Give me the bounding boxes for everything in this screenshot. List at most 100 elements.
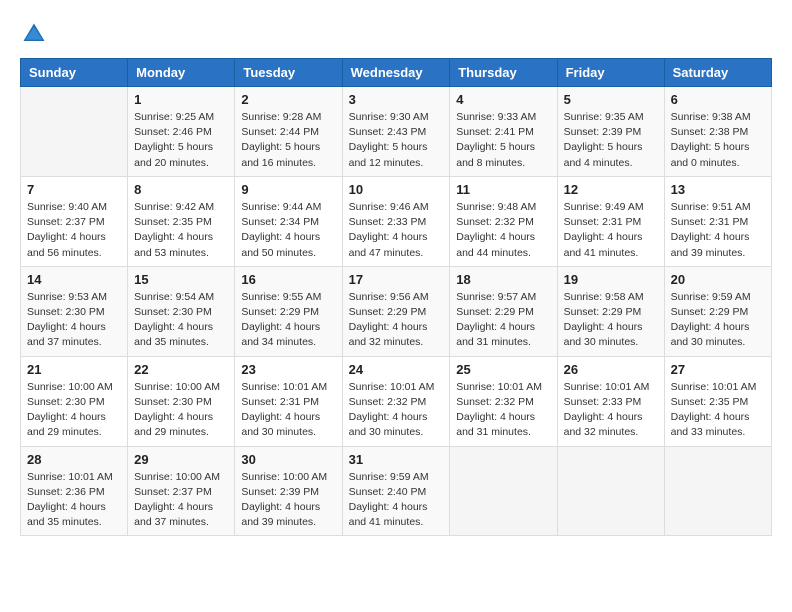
calendar-cell: 10Sunrise: 9:46 AM Sunset: 2:33 PM Dayli… (342, 176, 450, 266)
calendar-cell: 27 Sunrise: 10:01 AM Sunset: 2:35 PM Dayl… (664, 356, 771, 446)
day-number: 21 (27, 362, 121, 377)
calendar-cell (557, 446, 664, 536)
day-number: 1 (134, 92, 228, 107)
day-info: Sunrise: 9:54 AM Sunset: 2:30 PM Dayligh… (134, 290, 228, 351)
day-info: Sunrise: 10:01 AM Sunset: 2:33 PM Daylig… (564, 380, 658, 441)
day-number: 8 (134, 182, 228, 197)
day-info: Sunrise: 10:00 AM Sunset: 2:37 PM Daylig… (134, 470, 228, 531)
day-info: Sunrise: 9:35 AM Sunset: 2:39 PM Dayligh… (564, 110, 658, 171)
day-number: 14 (27, 272, 121, 287)
day-number: 24 (349, 362, 444, 377)
day-info: Sunrise: 9:56 AM Sunset: 2:29 PM Dayligh… (349, 290, 444, 351)
calendar-cell: 16Sunrise: 9:55 AM Sunset: 2:29 PM Dayli… (235, 266, 342, 356)
calendar-cell: 14 Sunrise: 9:53 AM Sunset: 2:30 PM Dayli… (21, 266, 128, 356)
day-number: 6 (671, 92, 765, 107)
column-header-tuesday: Tuesday (235, 59, 342, 87)
column-header-saturday: Saturday (664, 59, 771, 87)
day-info: Sunrise: 9:42 AM Sunset: 2:35 PM Dayligh… (134, 200, 228, 261)
logo-icon (20, 20, 48, 48)
day-info: Sunrise: 9:33 AM Sunset: 2:41 PM Dayligh… (456, 110, 550, 171)
day-info: Sunrise: 9:53 AM Sunset: 2:30 PM Dayligh… (27, 290, 121, 351)
calendar-cell: 25 Sunrise: 10:01 AM Sunset: 2:32 PM Dayl… (450, 356, 557, 446)
calendar-week-row: 14 Sunrise: 9:53 AM Sunset: 2:30 PM Dayli… (21, 266, 772, 356)
day-number: 20 (671, 272, 765, 287)
calendar-week-row: 28 Sunrise: 10:01 AM Sunset: 2:36 PM Dayl… (21, 446, 772, 536)
calendar-cell: 19 Sunrise: 9:58 AM Sunset: 2:29 PM Dayli… (557, 266, 664, 356)
calendar-cell: 15 Sunrise: 9:54 AM Sunset: 2:30 PM Dayli… (128, 266, 235, 356)
calendar-cell: 24 Sunrise: 10:01 AM Sunset: 2:32 PM Dayl… (342, 356, 450, 446)
calendar-cell: 17Sunrise: 9:56 AM Sunset: 2:29 PM Dayli… (342, 266, 450, 356)
calendar-cell: 26 Sunrise: 10:01 AM Sunset: 2:33 PM Dayl… (557, 356, 664, 446)
day-number: 12 (564, 182, 658, 197)
day-info: Sunrise: 9:49 AM Sunset: 2:31 PM Dayligh… (564, 200, 658, 261)
day-number: 15 (134, 272, 228, 287)
day-info: Sunrise: 10:01 AM Sunset: 2:32 PM Daylig… (456, 380, 550, 441)
column-header-monday: Monday (128, 59, 235, 87)
day-number: 26 (564, 362, 658, 377)
day-info: Sunrise: 9:25 AM Sunset: 2:46 PM Dayligh… (134, 110, 228, 171)
day-info: Sunrise: 9:40 AM Sunset: 2:37 PM Dayligh… (27, 200, 121, 261)
day-number: 29 (134, 452, 228, 467)
day-number: 22 (134, 362, 228, 377)
calendar-cell: 20 Sunrise: 9:59 AM Sunset: 2:29 PM Dayli… (664, 266, 771, 356)
calendar-cell: 29 Sunrise: 10:00 AM Sunset: 2:37 PM Dayl… (128, 446, 235, 536)
column-header-wednesday: Wednesday (342, 59, 450, 87)
calendar-cell: 6 Sunrise: 9:38 AM Sunset: 2:38 PM Daylig… (664, 87, 771, 177)
day-number: 13 (671, 182, 765, 197)
calendar-cell: 21Sunrise: 10:00 AM Sunset: 2:30 PM Dayl… (21, 356, 128, 446)
column-header-thursday: Thursday (450, 59, 557, 87)
calendar-week-row: 7 Sunrise: 9:40 AM Sunset: 2:37 PM Daylig… (21, 176, 772, 266)
calendar-header: SundayMondayTuesdayWednesdayThursdayFrid… (21, 59, 772, 87)
calendar-cell: 22Sunrise: 10:00 AM Sunset: 2:30 PM Dayl… (128, 356, 235, 446)
calendar-cell (21, 87, 128, 177)
day-number: 16 (241, 272, 335, 287)
day-info: Sunrise: 10:01 AM Sunset: 2:31 PM Daylig… (241, 380, 335, 441)
day-number: 23 (241, 362, 335, 377)
day-number: 28 (27, 452, 121, 467)
day-number: 5 (564, 92, 658, 107)
day-info: Sunrise: 10:00 AM Sunset: 2:39 PM Daylig… (241, 470, 335, 531)
day-number: 9 (241, 182, 335, 197)
calendar-cell: 18 Sunrise: 9:57 AM Sunset: 2:29 PM Dayli… (450, 266, 557, 356)
day-number: 4 (456, 92, 550, 107)
calendar-week-row: 1 Sunrise: 9:25 AM Sunset: 2:46 PM Daylig… (21, 87, 772, 177)
day-number: 25 (456, 362, 550, 377)
day-number: 2 (241, 92, 335, 107)
calendar-cell: 31Sunrise: 9:59 AM Sunset: 2:40 PM Dayli… (342, 446, 450, 536)
calendar-cell: 28 Sunrise: 10:01 AM Sunset: 2:36 PM Dayl… (21, 446, 128, 536)
calendar-cell: 9 Sunrise: 9:44 AM Sunset: 2:34 PM Daylig… (235, 176, 342, 266)
calendar-cell: 13 Sunrise: 9:51 AM Sunset: 2:31 PM Dayli… (664, 176, 771, 266)
calendar-table: SundayMondayTuesdayWednesdayThursdayFrid… (20, 58, 772, 536)
page-header (20, 20, 772, 48)
day-number: 30 (241, 452, 335, 467)
calendar-cell (450, 446, 557, 536)
day-info: Sunrise: 10:01 AM Sunset: 2:35 PM Daylig… (671, 380, 765, 441)
day-number: 27 (671, 362, 765, 377)
day-number: 18 (456, 272, 550, 287)
day-info: Sunrise: 9:44 AM Sunset: 2:34 PM Dayligh… (241, 200, 335, 261)
calendar-cell: 7 Sunrise: 9:40 AM Sunset: 2:37 PM Daylig… (21, 176, 128, 266)
day-number: 11 (456, 182, 550, 197)
calendar-cell: 1 Sunrise: 9:25 AM Sunset: 2:46 PM Daylig… (128, 87, 235, 177)
day-number: 7 (27, 182, 121, 197)
day-info: Sunrise: 10:01 AM Sunset: 2:32 PM Daylig… (349, 380, 444, 441)
day-info: Sunrise: 9:51 AM Sunset: 2:31 PM Dayligh… (671, 200, 765, 261)
day-info: Sunrise: 9:59 AM Sunset: 2:29 PM Dayligh… (671, 290, 765, 351)
day-info: Sunrise: 9:59 AM Sunset: 2:40 PM Dayligh… (349, 470, 444, 531)
day-info: Sunrise: 10:01 AM Sunset: 2:36 PM Daylig… (27, 470, 121, 531)
calendar-cell (664, 446, 771, 536)
calendar-cell: 12 Sunrise: 9:49 AM Sunset: 2:31 PM Dayli… (557, 176, 664, 266)
calendar-cell: 8 Sunrise: 9:42 AM Sunset: 2:35 PM Daylig… (128, 176, 235, 266)
calendar-cell: 3Sunrise: 9:30 AM Sunset: 2:43 PM Daylig… (342, 87, 450, 177)
day-number: 19 (564, 272, 658, 287)
day-info: Sunrise: 9:57 AM Sunset: 2:29 PM Dayligh… (456, 290, 550, 351)
logo (20, 20, 52, 48)
calendar-cell: 30 Sunrise: 10:00 AM Sunset: 2:39 PM Dayl… (235, 446, 342, 536)
calendar-cell: 5 Sunrise: 9:35 AM Sunset: 2:39 PM Daylig… (557, 87, 664, 177)
day-info: Sunrise: 9:58 AM Sunset: 2:29 PM Dayligh… (564, 290, 658, 351)
calendar-cell: 11Sunrise: 9:48 AM Sunset: 2:32 PM Dayli… (450, 176, 557, 266)
calendar-cell: 2Sunrise: 9:28 AM Sunset: 2:44 PM Daylig… (235, 87, 342, 177)
day-info: Sunrise: 9:38 AM Sunset: 2:38 PM Dayligh… (671, 110, 765, 171)
calendar-cell: 23 Sunrise: 10:01 AM Sunset: 2:31 PM Dayl… (235, 356, 342, 446)
day-info: Sunrise: 9:30 AM Sunset: 2:43 PM Dayligh… (349, 110, 444, 171)
